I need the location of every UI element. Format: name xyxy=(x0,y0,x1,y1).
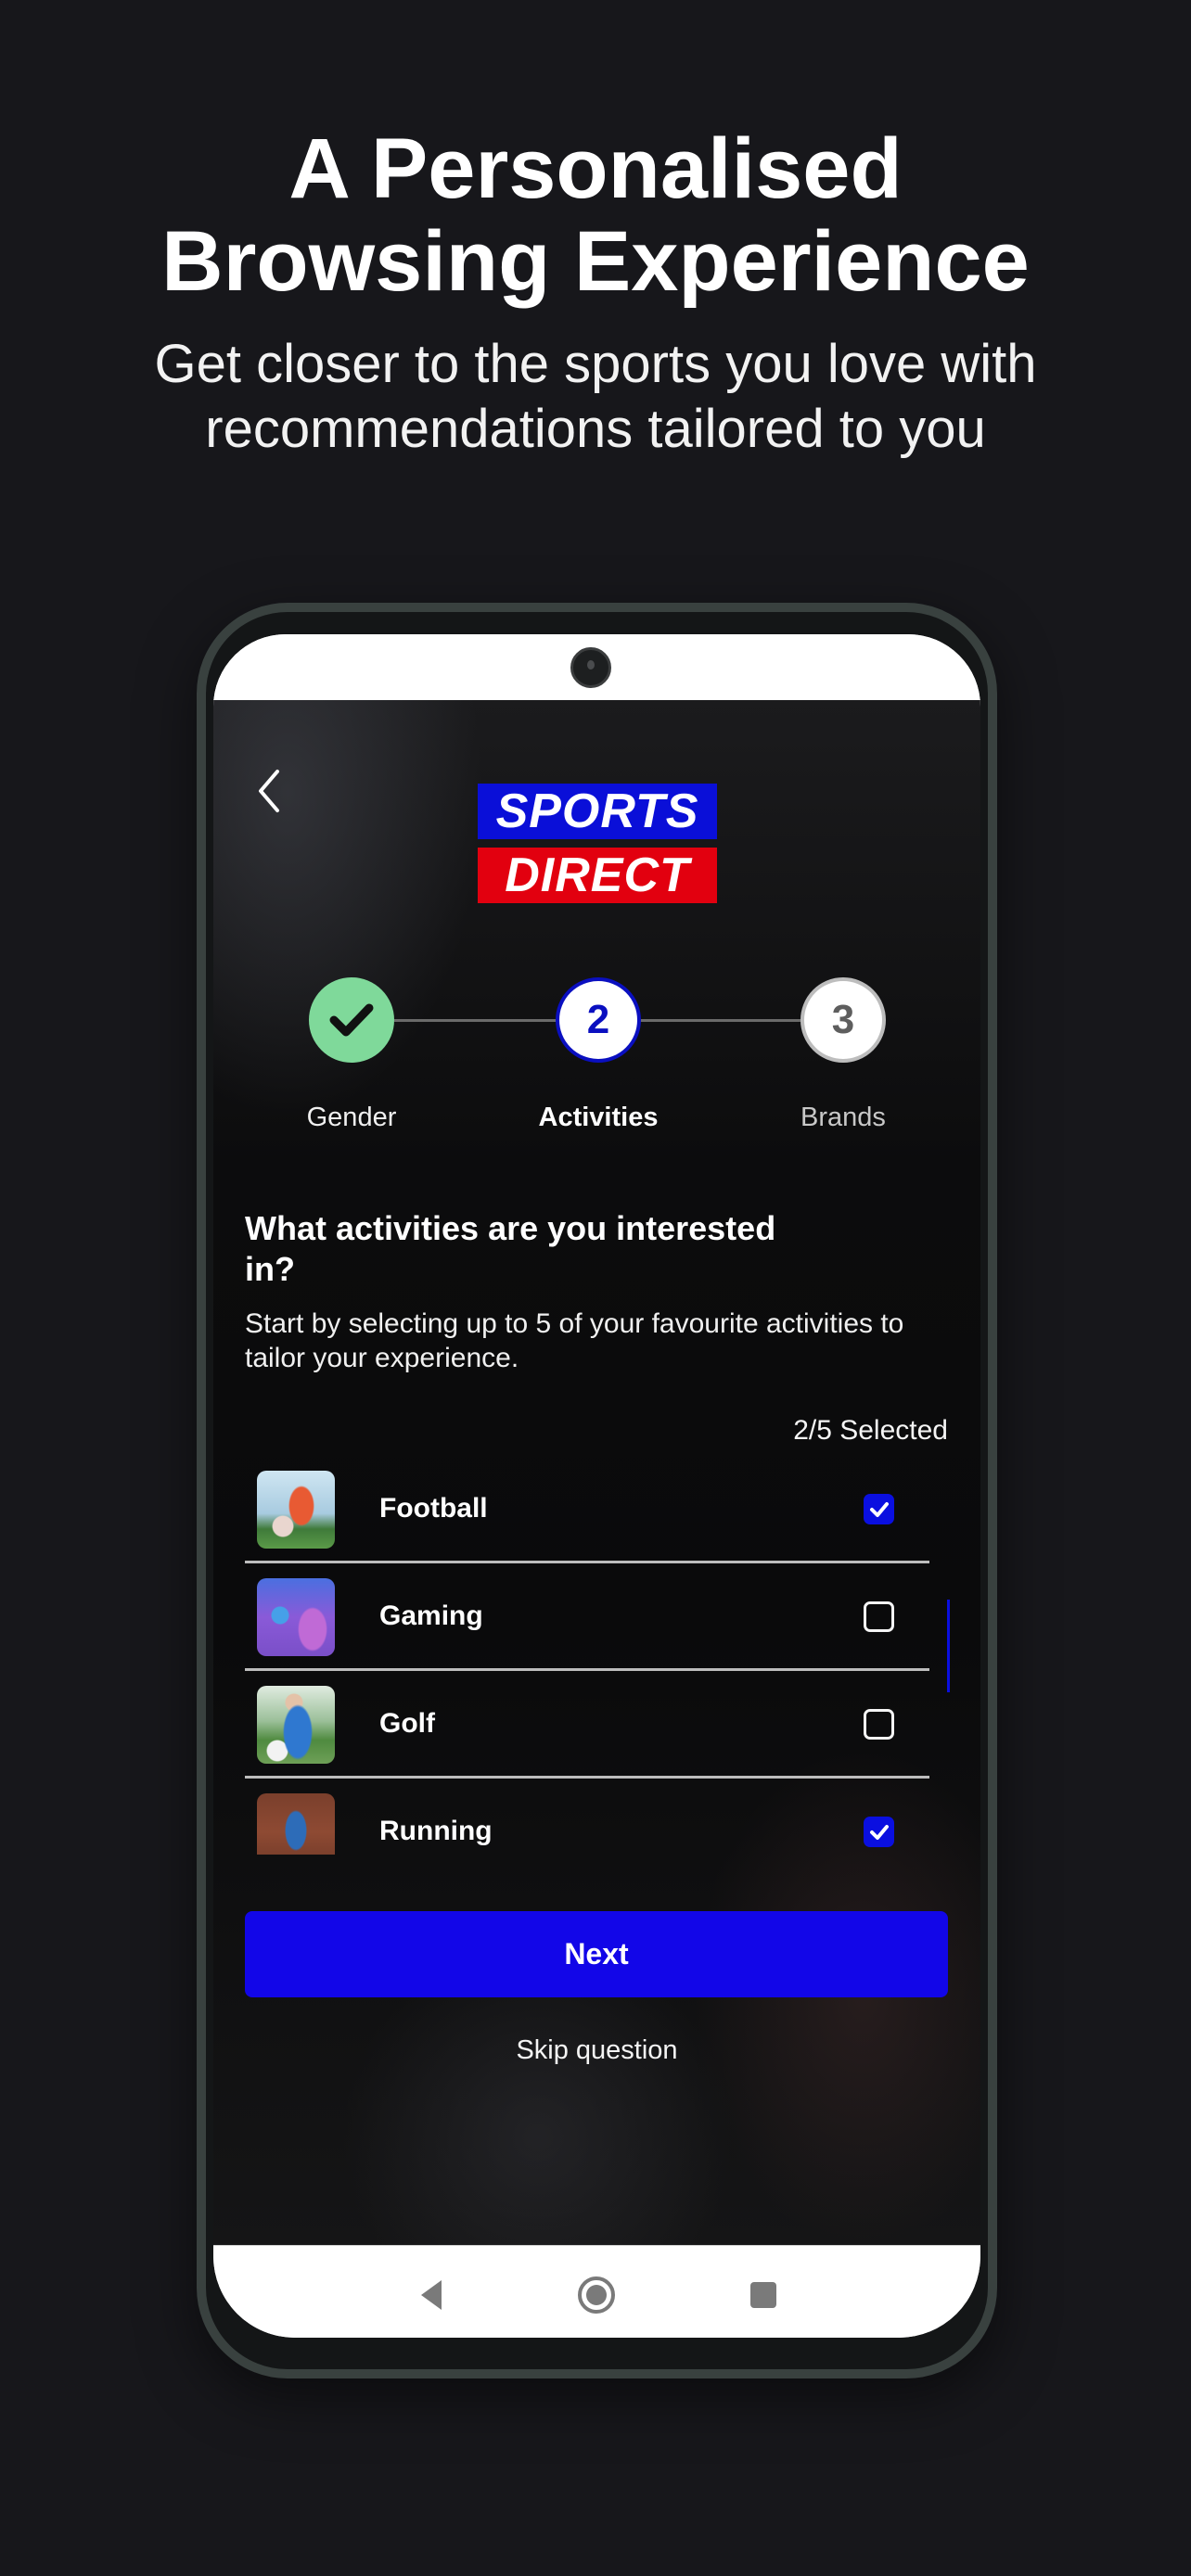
activity-row-running[interactable]: Running xyxy=(245,1779,929,1855)
system-home-button[interactable] xyxy=(573,2272,620,2318)
football-checkbox[interactable] xyxy=(864,1494,894,1524)
check-icon xyxy=(329,1003,374,1037)
skip-question-link[interactable]: Skip question xyxy=(213,2035,980,2066)
activity-label: Gaming xyxy=(379,1600,483,1631)
subhead-line-1: Get closer to the sports you love with xyxy=(154,334,1037,394)
promo-headline: A Personalised Browsing Experience xyxy=(0,122,1191,308)
step-3-label: Brands xyxy=(800,1103,886,1132)
football-thumbnail xyxy=(257,1471,335,1549)
running-thumbnail xyxy=(257,1793,335,1855)
sports-direct-logo: SPORTS DIRECT xyxy=(478,784,717,904)
headline-line-2: Browsing Experience xyxy=(161,214,1030,309)
selection-counter: 2/5 Selected xyxy=(793,1415,948,1446)
activity-list[interactable]: Football Gaming Golf Running xyxy=(245,1456,929,1855)
status-bar xyxy=(213,634,980,700)
step-1-label: Gender xyxy=(306,1103,397,1132)
phone-screen: SPORTS DIRECT 2 3 Gender Activities Bran… xyxy=(213,634,980,2338)
list-scrollbar[interactable] xyxy=(947,1600,950,1692)
logo-line-2: DIRECT xyxy=(478,848,717,903)
subhead-line-2: recommendations tailored to you xyxy=(205,399,986,459)
activity-row-golf[interactable]: Golf xyxy=(245,1671,929,1779)
question-heading: What activities are you interested in? xyxy=(245,1209,776,1288)
golf-thumbnail xyxy=(257,1686,335,1764)
golf-checkbox[interactable] xyxy=(864,1709,894,1740)
onboarding-screen: SPORTS DIRECT 2 3 Gender Activities Bran… xyxy=(213,700,980,2245)
headline-line-1: A Personalised xyxy=(288,121,903,216)
question-description: Start by selecting up to 5 of your favou… xyxy=(245,1308,904,1373)
activity-label: Golf xyxy=(379,1707,435,1739)
front-camera-icon xyxy=(570,647,611,688)
step-3-number: 3 xyxy=(831,997,855,1042)
step-2-activities-circle: 2 xyxy=(556,977,641,1063)
recents-square-icon xyxy=(750,2282,776,2308)
gaming-thumbnail xyxy=(257,1578,335,1656)
system-recents-button[interactable] xyxy=(740,2272,787,2318)
check-icon xyxy=(869,1501,889,1517)
back-triangle-icon xyxy=(421,2280,442,2310)
gaming-checkbox[interactable] xyxy=(864,1601,894,1632)
system-back-button[interactable] xyxy=(408,2272,455,2318)
logo-line-1: SPORTS xyxy=(478,784,717,839)
step-2-label: Activities xyxy=(538,1103,659,1132)
activity-row-gaming[interactable]: Gaming xyxy=(245,1563,929,1671)
home-circle-icon xyxy=(578,2276,615,2314)
next-button[interactable]: Next xyxy=(245,1911,948,1997)
chevron-left-icon xyxy=(259,770,279,812)
check-icon xyxy=(869,1824,889,1840)
back-button[interactable] xyxy=(250,765,288,817)
system-navigation-bar xyxy=(213,2245,980,2338)
activity-label: Football xyxy=(379,1492,488,1524)
activity-row-football[interactable]: Football xyxy=(245,1456,929,1563)
step-3-brands-circle: 3 xyxy=(800,977,886,1063)
step-2-number: 2 xyxy=(586,997,610,1042)
running-checkbox[interactable] xyxy=(864,1817,894,1847)
activity-label: Running xyxy=(379,1815,493,1846)
step-1-gender-circle xyxy=(309,977,394,1063)
promo-subheadline: Get closer to the sports you love with r… xyxy=(0,332,1191,462)
